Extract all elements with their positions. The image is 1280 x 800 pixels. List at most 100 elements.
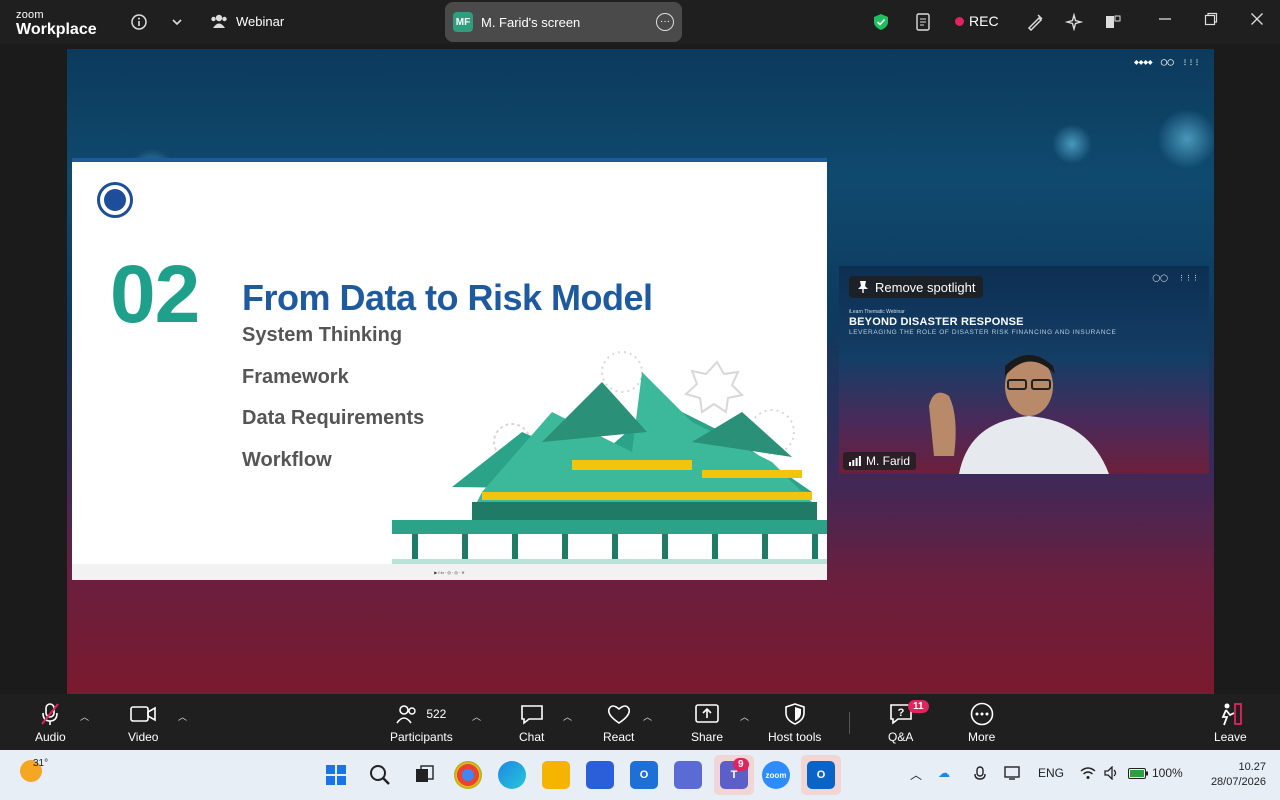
chevron-down-icon[interactable] xyxy=(166,11,188,33)
video-logo-2: ⋮⋮⋮ xyxy=(1178,275,1199,282)
webinar-indicator[interactable]: Webinar xyxy=(210,13,284,29)
more-dots-icon xyxy=(970,702,994,726)
chat-button[interactable]: Chat xyxy=(519,702,544,744)
event-title: BEYOND DISASTER RESPONSE xyxy=(849,316,1024,328)
svg-text:?: ? xyxy=(897,707,904,719)
toolbar-divider xyxy=(849,712,850,734)
zoom-icon[interactable]: zoom xyxy=(762,761,790,789)
speaker-video[interactable]: Remove spotlight ◯◯ ⋮⋮⋮ iLearn Thematic … xyxy=(839,266,1209,474)
info-icon[interactable] xyxy=(128,11,150,33)
traditional-house-illustration xyxy=(392,351,827,565)
annotate-icon[interactable] xyxy=(1024,11,1046,33)
remove-spotlight-button[interactable]: Remove spotlight xyxy=(849,276,984,298)
participants-button[interactable]: 522 Participants xyxy=(390,702,453,744)
audio-label: Audio xyxy=(35,730,66,744)
more-options-icon[interactable]: ··· xyxy=(656,13,674,31)
video-button[interactable]: Video xyxy=(128,702,158,744)
notes-icon[interactable] xyxy=(912,11,934,33)
share-caret-icon[interactable]: ︿ xyxy=(740,710,749,723)
qa-badge: 11 xyxy=(908,700,929,713)
search-icon[interactable] xyxy=(366,761,394,789)
ai-companion-icon[interactable] xyxy=(1063,11,1085,33)
language-indicator[interactable]: ENG xyxy=(1038,766,1064,780)
chat-label: Chat xyxy=(519,730,545,744)
file-explorer-icon[interactable] xyxy=(542,761,570,789)
edge-icon[interactable] xyxy=(498,761,526,789)
speaker-name-tag: M. Farid xyxy=(843,452,917,470)
share-screen-icon xyxy=(694,702,720,726)
windows-taskbar: 31° O T 9 zoom O ︿ ☁ ENG 100% 10.27 28/0… xyxy=(0,750,1280,800)
audio-button[interactable]: Audio xyxy=(35,702,66,744)
leave-button[interactable]: Leave xyxy=(1214,702,1247,744)
view-layout-icon[interactable] xyxy=(1102,11,1124,33)
close-icon[interactable] xyxy=(1250,12,1264,31)
screen-label: M. Farid's screen xyxy=(481,14,581,30)
more-button[interactable]: More xyxy=(968,702,995,744)
screen-share-pill[interactable]: MF M. Farid's screen ··· xyxy=(445,2,682,42)
slide-number: 02 xyxy=(110,249,200,340)
participants-icon xyxy=(396,705,417,724)
share-button[interactable]: Share xyxy=(691,702,723,744)
microphone-icon[interactable] xyxy=(974,766,986,785)
event-subtitle: iLearn Thematic Webinar xyxy=(849,309,905,315)
camera-icon xyxy=(130,702,157,726)
shield-icon[interactable] xyxy=(870,11,892,33)
logo-line2: Workplace xyxy=(16,21,97,38)
video-caret-icon[interactable]: ︿ xyxy=(178,710,187,723)
slide-item: Workflow xyxy=(242,449,332,471)
battery-percent: 100% xyxy=(1152,766,1183,780)
chrome-icon[interactable] xyxy=(454,761,482,789)
microsoft-store-icon[interactable] xyxy=(586,761,614,789)
slide-item: System Thinking xyxy=(242,324,403,346)
battery-indicator[interactable]: 100% xyxy=(1128,766,1183,780)
host-shield-icon xyxy=(784,702,805,726)
record-dot-icon xyxy=(955,16,964,26)
people-icon xyxy=(211,14,227,28)
weather-temperature: 31° xyxy=(33,758,49,769)
webinar-label: Webinar xyxy=(236,13,285,29)
social-icons: ▶ f in · ◎ · ◎ · ✕ xyxy=(434,569,465,575)
clock-time: 10.27 xyxy=(1238,761,1266,773)
recording-indicator[interactable]: REC xyxy=(955,13,999,29)
display-icon[interactable] xyxy=(1004,766,1020,783)
heart-icon xyxy=(606,702,632,726)
background-glow xyxy=(1157,109,1214,169)
sponsor-logo-2: ◯◯ xyxy=(1160,60,1174,66)
system-clock[interactable]: 10.27 28/07/2026 xyxy=(1211,760,1266,791)
meeting-stage: ◆◆◆◆ ◯◯ ⋮⋮⋮ 02 From Data to Risk Model S… xyxy=(0,44,1280,694)
task-view-icon[interactable] xyxy=(410,761,438,789)
show-hidden-icons[interactable]: ︿ xyxy=(910,766,922,783)
host-tools-label: Host tools xyxy=(768,730,822,744)
more-label: More xyxy=(968,730,996,744)
chat-caret-icon[interactable]: ︿ xyxy=(563,710,572,723)
meeting-toolbar: Audio ︿ Video ︿ 522 Participants ︿ Chat … xyxy=(0,694,1280,750)
start-icon[interactable] xyxy=(322,761,350,789)
leave-icon xyxy=(1217,702,1243,726)
sponsor-logos: ◆◆◆◆ ◯◯ ⋮⋮⋮ xyxy=(1134,59,1200,66)
restore-icon[interactable] xyxy=(1204,12,1218,31)
clock-date: 28/07/2026 xyxy=(1210,776,1266,789)
host-tools-button[interactable]: Host tools xyxy=(768,702,821,744)
react-caret-icon[interactable]: ︿ xyxy=(643,710,652,723)
react-button[interactable]: React xyxy=(603,702,634,744)
university-crest-icon xyxy=(97,182,133,218)
wifi-icon[interactable] xyxy=(1080,766,1096,783)
participants-count: 522 xyxy=(426,707,447,721)
video-logo-1: ◯◯ xyxy=(1152,275,1168,282)
rec-label: REC xyxy=(969,13,999,29)
video-sponsor-logos: ◯◯ ⋮⋮⋮ xyxy=(1152,274,1199,282)
participants-caret-icon[interactable]: ︿ xyxy=(472,710,481,723)
onedrive-icon[interactable]: ☁ xyxy=(938,766,950,780)
minimize-icon[interactable] xyxy=(1158,12,1172,31)
outlook-icon[interactable]: O xyxy=(630,761,658,789)
teams-badge: 9 xyxy=(733,758,749,771)
presentation-slide: 02 From Data to Risk Model System Thinki… xyxy=(72,158,827,580)
slide-footer: ▶ f in · ◎ · ◎ · ✕ xyxy=(72,564,827,580)
pin-icon xyxy=(858,281,868,293)
signal-bars-icon xyxy=(849,456,861,466)
audio-caret-icon[interactable]: ︿ xyxy=(80,710,89,723)
outlook-mail-icon[interactable]: O xyxy=(807,761,835,789)
speaker-figure xyxy=(929,355,1109,474)
app-icon[interactable] xyxy=(674,761,702,789)
volume-icon[interactable] xyxy=(1104,765,1120,783)
